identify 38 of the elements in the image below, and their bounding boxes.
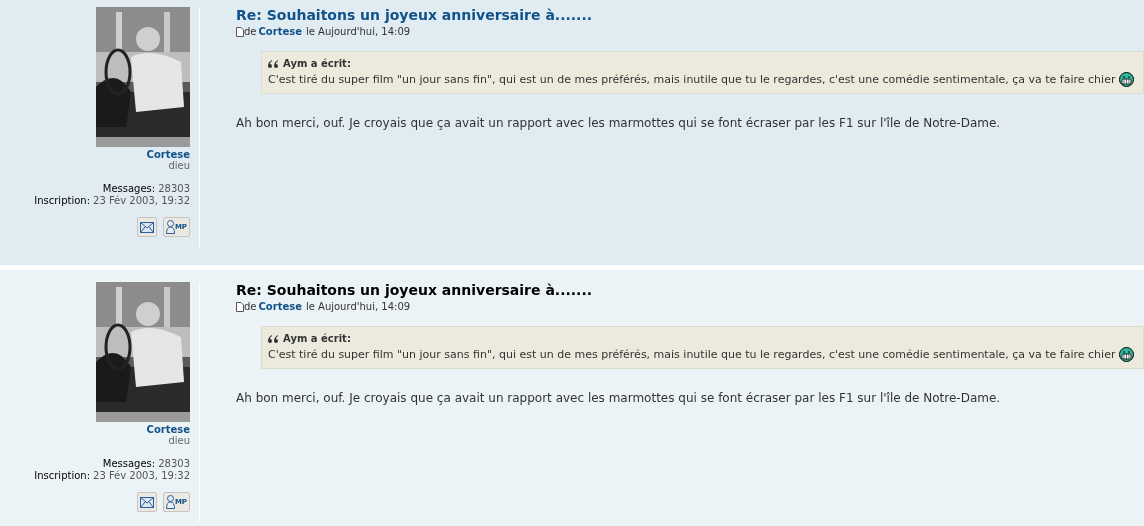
post-body: Ah bon merci, ouf. Je croyais que ça avait un rapport avec les marmottes qui se font écraser par les F1 sur l'île de Notre-Dame. (236, 391, 1002, 405)
envelope-icon (139, 221, 154, 233)
post-body: Ah bon merci, ouf. Je croyais que ça avait un rapport avec les marmottes qui se font écraser par les F1 sur l'île de Notre-Dame. (236, 116, 1002, 130)
user-icon (165, 220, 175, 234)
post-title[interactable]: Re: Souhaitons un joyeux anniversaire à....... (236, 282, 593, 298)
stat-value: 28303 (158, 183, 190, 195)
author-link[interactable]: Cortese (146, 424, 190, 435)
author-link[interactable]: Cortese (258, 26, 302, 37)
user-icon (165, 495, 175, 509)
quote-icon (268, 59, 279, 68)
stat-label: Messages: (102, 183, 156, 195)
quote-author: Aym a écrit: (283, 58, 351, 69)
stat-label: Inscription: (34, 470, 90, 482)
author-link[interactable]: Cortese (146, 149, 190, 160)
post-title[interactable]: Re: Souhaitons un joyeux anniversaire à....... (236, 7, 593, 23)
post-date: le Aujourd'hui, 14:09 (305, 301, 411, 312)
envelope-icon (139, 496, 154, 508)
stat-value: 28303 (158, 458, 190, 470)
document-icon (236, 26, 244, 37)
document-icon (236, 301, 244, 312)
quote-text: C'est tiré du super film "un jour sans fin", qui est un de mes préférés, mais inutile que tu le regardes, c'est une comédie sentimentale, ça va te faire chier (268, 348, 1116, 361)
stat-label: Messages: (102, 458, 156, 470)
email-button[interactable] (136, 217, 157, 237)
quote-author: Aym a écrit: (283, 333, 351, 344)
user-rank: dieu (168, 160, 190, 171)
byline-prefix: de (244, 301, 257, 312)
user-rank: dieu (168, 435, 190, 446)
stat-value: 23 Fév 2003, 19:32 (93, 195, 190, 207)
quote-text: C'est tiré du super film "un jour sans fin", qui est un de mes préférés, mais inutile que tu le regardes, c'est une comédie sentimentale, ça va te faire chier (268, 73, 1116, 86)
stat-value: 23 Fév 2003, 19:32 (93, 470, 190, 482)
byline-prefix: de (244, 26, 257, 37)
author-link[interactable]: Cortese (258, 301, 302, 312)
stat-label: Inscription: (34, 195, 90, 207)
email-button[interactable] (136, 492, 157, 512)
grinning-smiley-icon (1119, 72, 1135, 87)
grinning-smiley-icon (1119, 347, 1135, 362)
quote-icon (268, 334, 279, 343)
post-date: le Aujourd'hui, 14:09 (305, 26, 411, 37)
